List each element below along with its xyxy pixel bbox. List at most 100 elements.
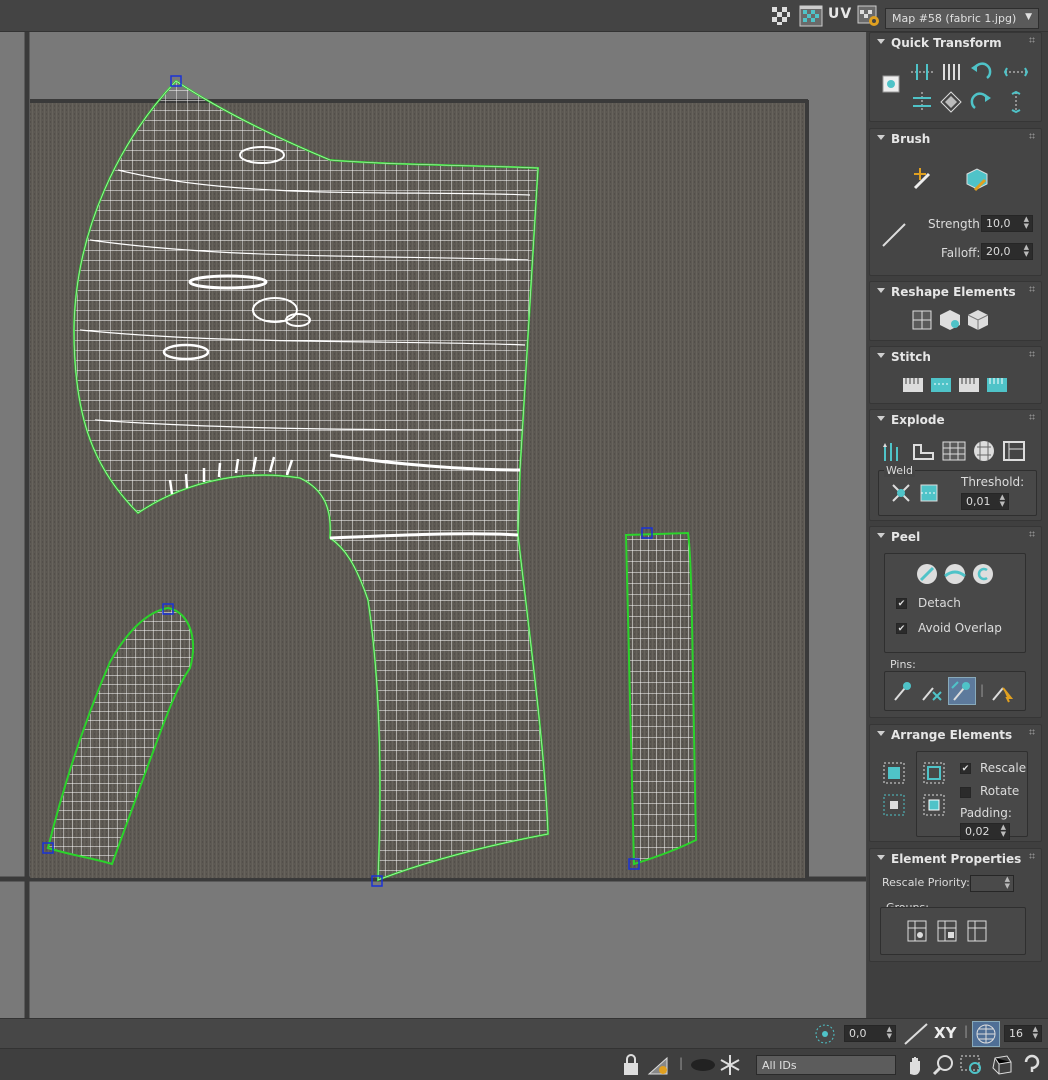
rotate-ccw-icon[interactable] — [968, 61, 994, 83]
xy-label[interactable]: XY — [934, 1024, 956, 1042]
zoom-icon[interactable] — [930, 1053, 956, 1077]
group-selected-icon[interactable] — [904, 917, 930, 945]
brush-header[interactable]: Brush — [870, 129, 1041, 149]
stitch-to-source-icon[interactable] — [984, 373, 1010, 397]
relax-brush-icon[interactable] — [962, 165, 992, 193]
spinner-arrows-icon[interactable]: ▲ ▼ — [1000, 494, 1005, 508]
spinner-arrows-icon[interactable]: ▲ ▼ — [1005, 876, 1010, 890]
rotate-cw-icon[interactable] — [968, 89, 994, 115]
lock-icon[interactable] — [620, 1053, 642, 1077]
collapse-triangle-icon[interactable] — [877, 416, 885, 421]
drag-grip-icon[interactable] — [1029, 531, 1035, 537]
drag-grip-icon[interactable] — [1029, 729, 1035, 735]
drag-grip-icon[interactable] — [1029, 414, 1035, 420]
stitch-average-icon[interactable] — [956, 373, 982, 397]
paint-move-icon[interactable] — [910, 165, 938, 193]
zoom-extents-icon[interactable] — [988, 1053, 1016, 1077]
unpin-tool-icon[interactable] — [918, 677, 944, 705]
flatten-icon[interactable] — [964, 306, 992, 334]
rescale-priority-spinner[interactable]: ▲ ▼ — [970, 875, 1014, 892]
drag-grip-icon[interactable] — [1029, 133, 1035, 139]
collapse-triangle-icon[interactable] — [877, 731, 885, 736]
collapse-triangle-icon[interactable] — [877, 39, 885, 44]
collapse-triangle-icon[interactable] — [877, 135, 885, 140]
quick-peel-icon[interactable] — [914, 561, 940, 587]
pack-normalize-icon[interactable] — [880, 759, 908, 787]
spinner-arrows-icon[interactable]: ▲ ▼ — [1024, 244, 1029, 258]
zoom-region-icon[interactable] — [958, 1053, 986, 1077]
align-vertical-icon[interactable] — [908, 89, 936, 115]
explode-header[interactable]: Explode — [870, 410, 1041, 430]
avoid-overlap-checkbox[interactable]: ✔ — [896, 623, 907, 634]
align-to-grid-icon[interactable] — [938, 89, 964, 115]
help-icon[interactable] — [1018, 1053, 1044, 1077]
drag-grip-icon[interactable] — [1029, 853, 1035, 859]
rotation-spinner[interactable]: 0,0 ▲ ▼ — [844, 1025, 896, 1042]
stitch-to-target-icon[interactable] — [928, 373, 954, 397]
collapse-triangle-icon[interactable] — [877, 288, 885, 293]
strength-spinner[interactable]: 10,0 ▲ ▼ — [981, 215, 1033, 232]
rescale-checkbox[interactable]: ✔ — [960, 763, 971, 774]
select-pins-icon[interactable] — [988, 677, 1016, 705]
padding-spinner[interactable]: 0,02 ▲ ▼ — [960, 823, 1010, 840]
material-id-dropdown[interactable]: All IDs — [756, 1055, 896, 1075]
checker-pattern-icon[interactable] — [768, 4, 794, 28]
pack-in-place-icon[interactable] — [920, 791, 948, 819]
select-group-icon[interactable] — [964, 917, 990, 945]
align-horizontal-icon[interactable] — [908, 61, 936, 83]
explode-by-smoothing-icon[interactable] — [910, 438, 938, 464]
reset-peel-icon[interactable] — [970, 561, 996, 587]
auto-pin-icon[interactable] — [948, 677, 976, 705]
flip-vertical-icon[interactable] — [1002, 89, 1030, 115]
collapse-triangle-icon[interactable] — [877, 855, 885, 860]
spinner-arrows-icon[interactable]: ▲ ▼ — [1024, 216, 1029, 230]
stitch-custom-icon[interactable] — [900, 373, 926, 397]
brush-shape-icon[interactable] — [880, 221, 908, 249]
pack-together-icon[interactable] — [920, 759, 948, 787]
texture-settings-icon[interactable] — [856, 4, 882, 28]
pack-custom-icon[interactable] — [880, 791, 908, 819]
grid-snap-icon[interactable] — [972, 1021, 1000, 1047]
rotate-checkbox[interactable] — [960, 787, 971, 798]
pin-tool-icon[interactable] — [890, 677, 916, 705]
checker-map-icon[interactable] — [798, 4, 824, 28]
reshape-elements-header[interactable]: Reshape Elements — [870, 282, 1041, 302]
collapse-triangle-icon[interactable] — [877, 353, 885, 358]
peel-header[interactable]: Peel — [870, 527, 1041, 547]
weld-all-icon[interactable] — [916, 480, 942, 506]
uv-shell-strip[interactable] — [624, 527, 698, 870]
flatten-by-polygon-angle-icon[interactable] — [1000, 438, 1028, 464]
pan-hand-icon[interactable] — [902, 1053, 928, 1077]
break-icon[interactable] — [880, 438, 908, 464]
threshold-spinner[interactable]: 0,01 ▲ ▼ — [961, 493, 1009, 510]
drag-grip-icon[interactable] — [1029, 351, 1035, 357]
hide-icon[interactable] — [688, 1053, 718, 1077]
pivot-icon[interactable] — [880, 73, 902, 95]
uv-viewport[interactable] — [0, 32, 866, 1018]
straighten-icon[interactable] — [938, 61, 964, 83]
explode-by-material-icon[interactable] — [940, 438, 968, 464]
weld-selected-icon[interactable] — [888, 480, 914, 506]
quick-transform-header[interactable]: Quick Transform — [870, 33, 1041, 53]
spinner-arrows-icon[interactable]: ▲ ▼ — [1001, 824, 1006, 838]
drag-grip-icon[interactable] — [1029, 37, 1035, 43]
falloff-spinner[interactable]: 20,0 ▲ ▼ — [981, 243, 1033, 260]
spinner-arrows-icon[interactable]: ▲ ▼ — [1033, 1026, 1038, 1040]
element-properties-header[interactable]: Element Properties — [870, 849, 1041, 869]
straighten-selection-icon[interactable] — [908, 306, 936, 334]
spinner-arrows-icon[interactable]: ▲ ▼ — [887, 1026, 892, 1040]
peel-mode-icon[interactable] — [942, 561, 968, 587]
relax-icon[interactable] — [936, 306, 964, 334]
explode-to-islands-icon[interactable] — [970, 438, 998, 464]
grid-spinner[interactable]: 16 ▲ ▼ — [1004, 1025, 1042, 1042]
rotation-icon[interactable] — [812, 1022, 838, 1046]
show-hidden-edges-icon[interactable] — [646, 1053, 672, 1077]
ungroup-selected-icon[interactable] — [934, 917, 960, 945]
uv-canvas[interactable] — [0, 32, 866, 1018]
line-tool-icon[interactable] — [902, 1022, 930, 1046]
texture-map-dropdown[interactable]: Map #58 (fabric 1.jpg) ▼ — [885, 8, 1039, 29]
detach-checkbox[interactable]: ✔ — [896, 598, 907, 609]
stitch-header[interactable]: Stitch — [870, 347, 1041, 367]
collapse-triangle-icon[interactable] — [877, 533, 885, 538]
freeze-icon[interactable] — [716, 1053, 744, 1077]
